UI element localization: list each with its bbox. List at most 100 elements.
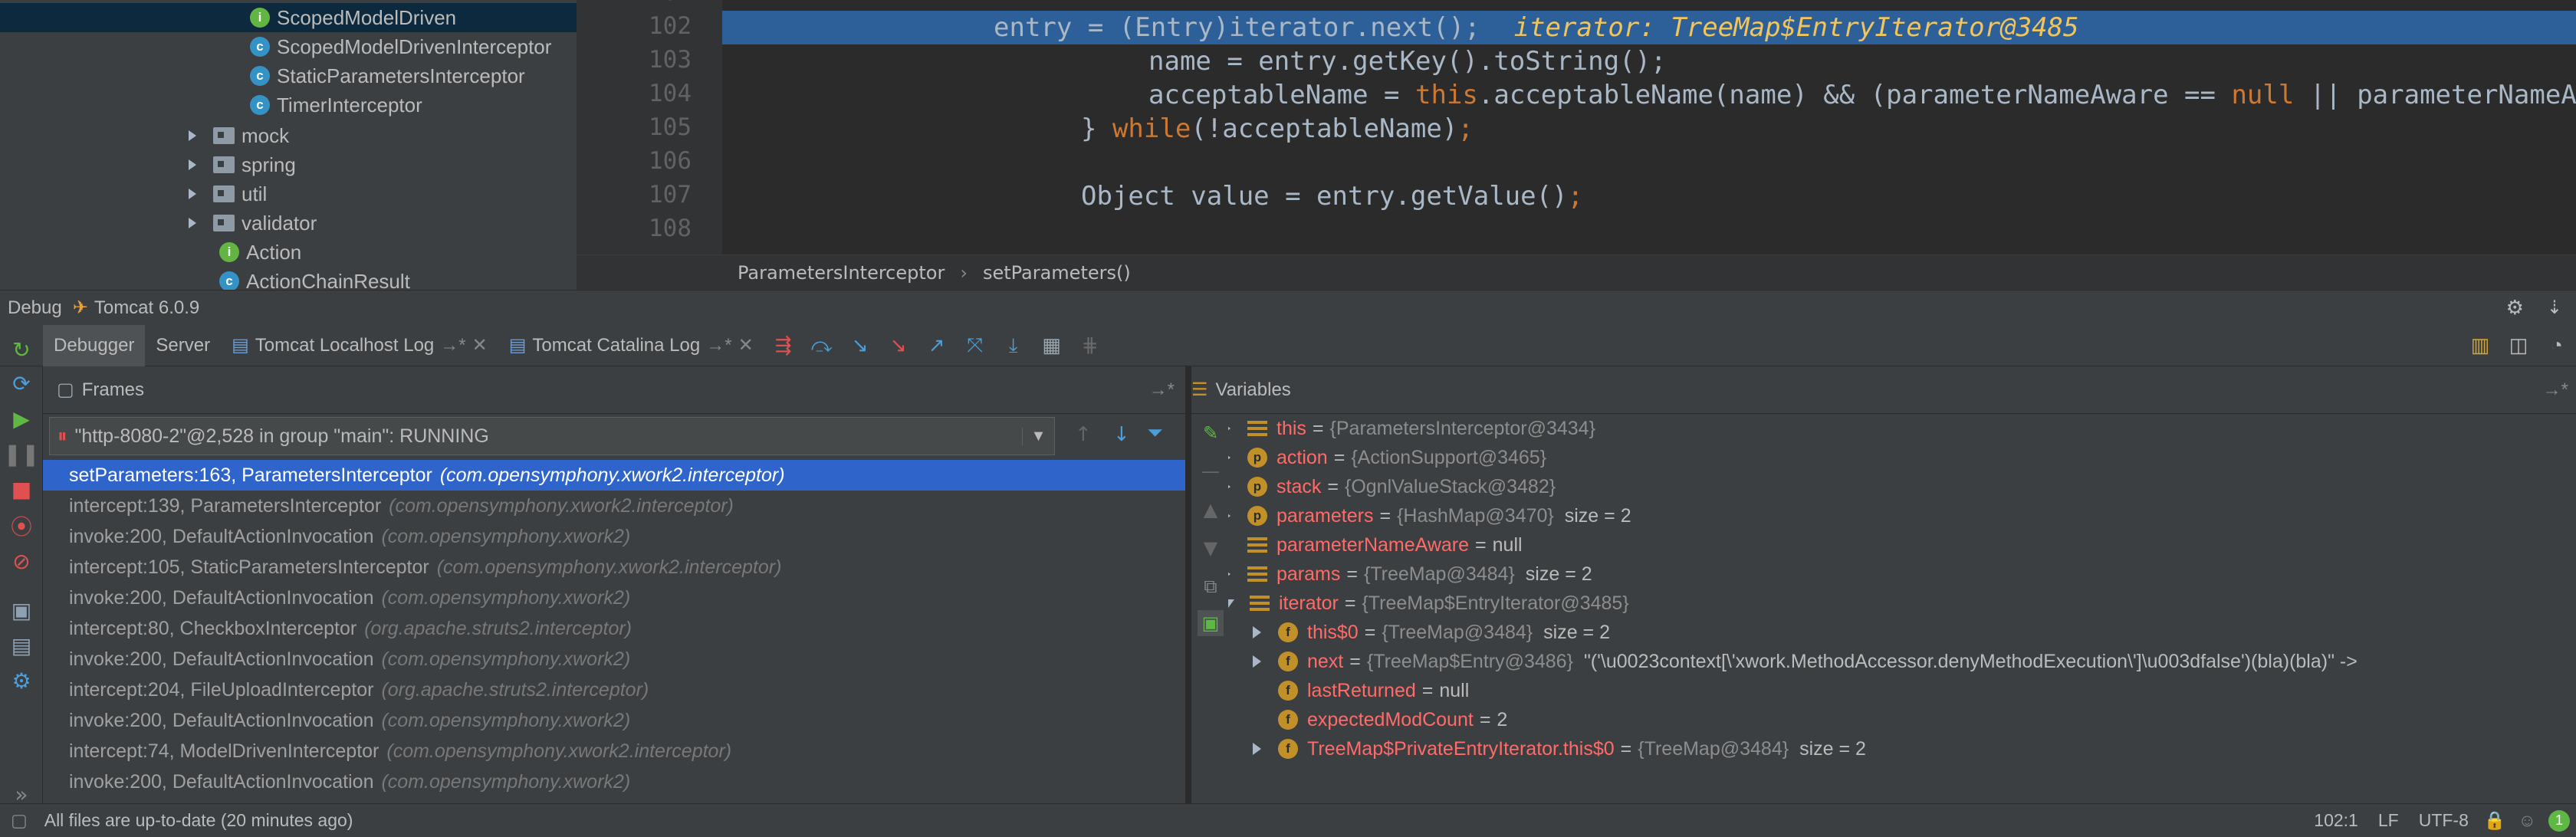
- stack-frame-row[interactable]: intercept:105, StaticParametersIntercept…: [43, 552, 1185, 583]
- stack-frame-row[interactable]: intercept:80, CheckboxInterceptor (org.ap…: [43, 613, 1185, 644]
- tab-debugger[interactable]: Debugger: [43, 324, 146, 366]
- stack-frame-row[interactable]: invoke:200, DefaultActionInvocation (com.…: [43, 644, 1185, 675]
- line-number: 102: [649, 12, 692, 40]
- stack-frame-row[interactable]: intercept:74, ModelDrivenInterceptor (com…: [43, 736, 1185, 766]
- overhead-icon[interactable]: ◔: [2544, 333, 2570, 359]
- tree-item-scopedmodeldriven[interactable]: i ScopedModelDriven: [0, 3, 577, 32]
- file-encoding[interactable]: UTF-8: [2419, 810, 2469, 831]
- breadcrumb-class[interactable]: ParametersInterceptor: [738, 262, 945, 284]
- cursor-position[interactable]: 102:1: [2314, 810, 2358, 831]
- close-tab-icon[interactable]: ✕: [472, 334, 488, 356]
- hide-panel-icon[interactable]: ⇣: [2547, 297, 2562, 319]
- expand-arrow-icon[interactable]: [189, 189, 196, 199]
- new-watch-icon[interactable]: ✎: [1198, 420, 1224, 446]
- restore-layout-icon[interactable]: ▥: [2467, 333, 2493, 359]
- tree-item-scopedmodeldriveninterceptor[interactable]: c ScopedModelDrivenInterceptor: [250, 32, 551, 61]
- expand-arrow-icon[interactable]: [1253, 743, 1261, 755]
- chevron-down-icon[interactable]: ▼: [1022, 427, 1054, 445]
- arrow-up-icon[interactable]: ↑: [1075, 423, 1092, 446]
- thread-selector[interactable]: ⏸ "http-8080-2"@2,528 in group "main": R…: [49, 417, 1055, 455]
- restore-panel-icon[interactable]: →*: [1149, 379, 1175, 401]
- stack-frame-row[interactable]: invoke:200, DefaultActionInvocation (com.…: [43, 583, 1185, 613]
- line-separator[interactable]: LF: [2378, 810, 2399, 831]
- step-into-icon[interactable]: ↘: [847, 333, 873, 359]
- toggle-tool-windows-icon[interactable]: ▢: [11, 810, 28, 831]
- tree-item-actionchainresult[interactable]: c ActionChainResult: [219, 267, 410, 290]
- variable-row[interactable]: parameterNameAware = null: [1222, 530, 1523, 560]
- variable-row[interactable]: f next = {TreeMap$Entry@3486} "('\u0023conte…: [1253, 647, 2358, 676]
- variable-row[interactable]: f TreeMap$PrivateEntryIterator.this$0 = {Tr…: [1253, 734, 1866, 763]
- layout-icon[interactable]: ▤: [8, 632, 35, 659]
- expand-arrow-icon[interactable]: [1253, 655, 1261, 668]
- run-to-cursor-icon[interactable]: ⤓: [1001, 333, 1027, 359]
- settings-icon[interactable]: ⚙: [8, 667, 35, 694]
- stack-frame-row[interactable]: invoke:200, DefaultActionInvocation (com.…: [43, 705, 1185, 736]
- variable-row[interactable]: f lastReturned = null: [1253, 676, 1469, 705]
- tree-item-mock[interactable]: mock: [189, 121, 289, 150]
- tab-server[interactable]: Server: [145, 325, 221, 366]
- tree-item-label: Action: [246, 240, 302, 264]
- stack-frame-row[interactable]: invoke:200, DefaultActionInvocation (com.…: [43, 766, 1185, 797]
- interface-icon: i: [250, 8, 270, 28]
- event-log-badge[interactable]: 1: [2548, 809, 2570, 832]
- tree-item-spring[interactable]: spring: [189, 150, 296, 179]
- move-down-icon[interactable]: ▼: [1198, 535, 1224, 561]
- tree-item-util[interactable]: util: [189, 179, 267, 208]
- show-watches-icon[interactable]: ▣: [1198, 610, 1224, 636]
- expand-arrow-icon[interactable]: [189, 218, 196, 228]
- filter-icon[interactable]: ⏷: [1147, 422, 1163, 445]
- camera-icon[interactable]: ▣: [8, 596, 35, 624]
- show-execution-point-icon[interactable]: ⇶: [770, 333, 797, 359]
- trace-icon[interactable]: ⋕: [1077, 333, 1103, 359]
- stack-frame-row[interactable]: setParameters:163, ParametersInterceptor…: [43, 460, 1185, 491]
- close-tab-icon[interactable]: ✕: [738, 334, 754, 356]
- evaluate-expression-icon[interactable]: ▦: [1039, 333, 1065, 359]
- variable-row[interactable]: p parameters = {HashMap@3470} size = 2: [1222, 501, 1631, 530]
- memory-view-icon[interactable]: ◫: [2505, 333, 2532, 359]
- mute-breakpoints-icon[interactable]: ⊘: [8, 547, 35, 575]
- line-number: 105: [649, 113, 692, 141]
- tab-tomcat-localhost-log[interactable]: ▤ Tomcat Localhost Log →* ✕: [221, 325, 498, 366]
- copy-icon[interactable]: ⧉: [1198, 573, 1224, 599]
- stack-frame-row[interactable]: intercept:204, FileUploadInterceptor (org…: [43, 675, 1185, 705]
- stack-frame-row[interactable]: invoke:200, DefaultActionInvocation (com.…: [43, 521, 1185, 552]
- settings-gear-icon[interactable]: ⚙: [2506, 296, 2524, 320]
- resume-icon[interactable]: ▶: [8, 405, 35, 432]
- variable-row[interactable]: f this$0 = {TreeMap@3484} size = 2: [1253, 618, 1610, 647]
- restore-panel-icon[interactable]: →*: [2543, 379, 2568, 401]
- expand-arrow-icon[interactable]: [189, 130, 196, 141]
- step-over-icon[interactable]: ⤼: [809, 333, 835, 359]
- variable-row[interactable]: p action = {ActionSupport@3465}: [1222, 443, 1546, 472]
- tab-tomcat-catalina-log[interactable]: ▤ Tomcat Catalina Log →* ✕: [498, 325, 764, 366]
- variable-row[interactable]: iterator = {TreeMap$EntryIterator@3485}: [1222, 589, 1629, 618]
- drop-frame-icon[interactable]: ⤧: [962, 333, 988, 359]
- arrow-down-icon[interactable]: ↓: [1113, 423, 1130, 446]
- code-editor[interactable]: 101 102 103 104 105 106 107 108 entry = …: [577, 0, 2576, 254]
- panel-splitter[interactable]: [1185, 366, 1191, 803]
- force-step-into-icon[interactable]: ↘: [886, 333, 912, 359]
- tree-item-validator[interactable]: validator: [189, 208, 317, 238]
- equals-sign: =: [1344, 592, 1356, 614]
- line-gutter[interactable]: 101 102 103 104 105 106 107 108: [577, 0, 722, 254]
- variable-row[interactable]: p stack = {OgnlValueStack@3482}: [1222, 472, 1556, 501]
- refresh-icon[interactable]: ⟳: [8, 369, 35, 397]
- rerun-icon[interactable]: ↻: [8, 336, 35, 363]
- stop-icon[interactable]: ■: [8, 475, 35, 503]
- expand-arrow-icon[interactable]: [189, 159, 196, 170]
- tree-item-timerinterceptor[interactable]: c TimerInterceptor: [250, 90, 422, 120]
- step-out-icon[interactable]: ↗: [924, 333, 950, 359]
- pause-icon[interactable]: ❚❚: [4, 440, 40, 468]
- stack-frame-row[interactable]: intercept:139, ParametersInterceptor (com…: [43, 491, 1185, 521]
- remove-watch-icon[interactable]: —: [1198, 458, 1224, 484]
- breadcrumb-method[interactable]: setParameters(): [983, 262, 1131, 284]
- hector-icon[interactable]: ☺: [2518, 810, 2536, 831]
- variable-row[interactable]: f expectedModCount = 2: [1253, 705, 1507, 734]
- tree-item-action[interactable]: i Action: [219, 238, 301, 267]
- view-breakpoints-icon[interactable]: ⦿: [8, 512, 35, 540]
- move-up-icon[interactable]: ▲: [1198, 497, 1224, 523]
- variable-row[interactable]: this = {ParametersInterceptor@3434}: [1222, 414, 1595, 443]
- variable-row[interactable]: params = {TreeMap@3484} size = 2: [1222, 560, 1592, 589]
- lock-icon[interactable]: 🔒: [2484, 810, 2506, 831]
- expand-arrow-icon[interactable]: [1253, 626, 1261, 638]
- tree-item-staticparametersinterceptor[interactable]: c StaticParametersInterceptor: [250, 61, 525, 90]
